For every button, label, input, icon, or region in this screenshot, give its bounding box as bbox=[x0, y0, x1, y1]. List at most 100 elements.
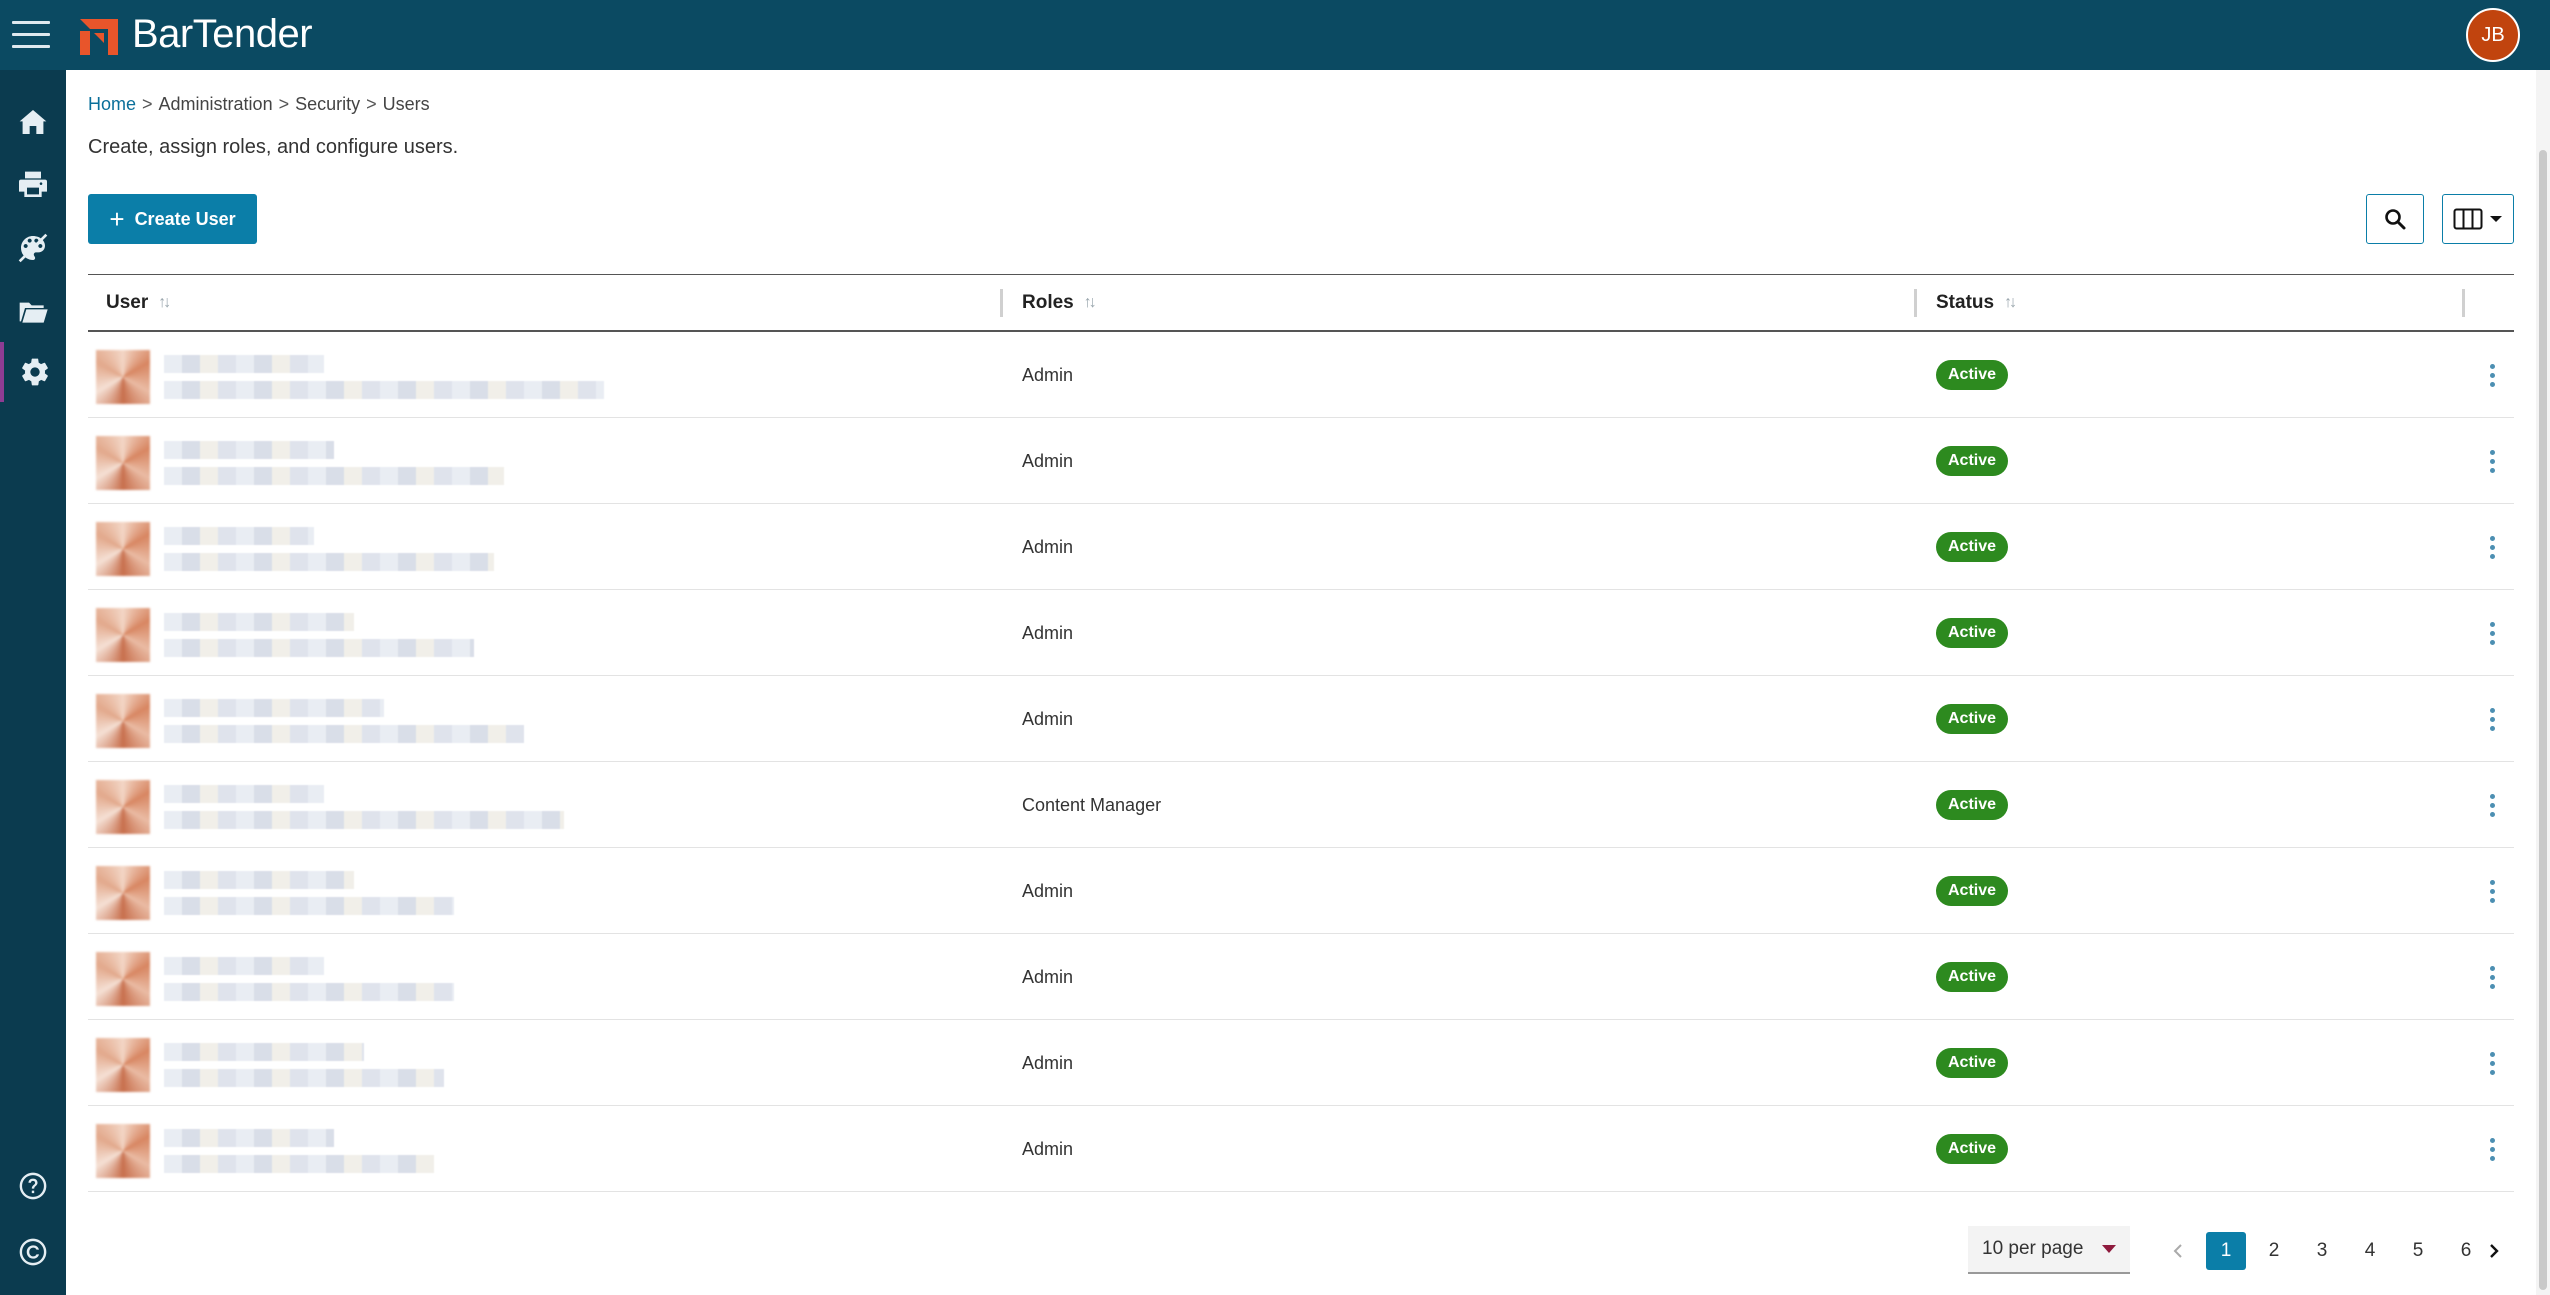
page-button-4[interactable]: 4 bbox=[2350, 1232, 2390, 1270]
breadcrumb-administration[interactable]: Administration bbox=[159, 94, 273, 114]
search-button[interactable] bbox=[2366, 194, 2424, 244]
table-body: Admin Active Admin Active Admin Active Admin Ac… bbox=[88, 332, 2514, 1192]
role-cell: Admin bbox=[1022, 966, 1074, 987]
columns-button[interactable] bbox=[2442, 194, 2514, 244]
table-row[interactable]: Admin Active bbox=[88, 934, 2514, 1020]
gear-icon bbox=[22, 358, 48, 386]
redacted-user-email bbox=[164, 811, 564, 829]
sort-icon[interactable]: ↑↓ bbox=[158, 294, 171, 312]
sort-icon[interactable]: ↑↓ bbox=[2004, 294, 2017, 312]
redacted-user-name bbox=[164, 355, 324, 373]
redacted-user-name bbox=[164, 613, 354, 631]
next-page-button[interactable] bbox=[2474, 1232, 2514, 1270]
table-row[interactable]: Admin Active bbox=[88, 332, 2514, 418]
role-cell: Admin bbox=[1022, 880, 1074, 901]
page-button-1[interactable]: 1 bbox=[2206, 1232, 2246, 1270]
redacted-user-details bbox=[164, 441, 504, 485]
row-actions-icon[interactable] bbox=[2480, 1044, 2504, 1082]
table-row[interactable]: Admin Active bbox=[88, 676, 2514, 762]
user-avatar-image bbox=[96, 1038, 150, 1092]
nav-about[interactable] bbox=[0, 1222, 66, 1282]
redacted-user-email bbox=[164, 725, 524, 743]
column-resize-handle[interactable] bbox=[1000, 289, 1003, 317]
side-nav bbox=[0, 70, 66, 1295]
user-initials: JB bbox=[2481, 23, 2505, 46]
row-actions-icon[interactable] bbox=[2480, 700, 2504, 738]
row-actions-icon[interactable] bbox=[2480, 614, 2504, 652]
table-row[interactable]: Admin Active bbox=[88, 590, 2514, 676]
nav-administration[interactable] bbox=[0, 342, 66, 402]
sort-icon[interactable]: ↑↓ bbox=[1084, 294, 1097, 312]
table-row[interactable]: Admin Active bbox=[88, 1106, 2514, 1192]
create-user-button[interactable]: + Create User bbox=[88, 194, 257, 244]
role-cell: Admin bbox=[1022, 450, 1074, 471]
users-table: User ↑↓ Roles ↑↓ Status ↑↓ Admin Active Admin… bbox=[88, 274, 2514, 1192]
column-resize-handle[interactable] bbox=[1914, 289, 1917, 317]
app-logo[interactable]: BarTender bbox=[78, 12, 313, 57]
status-badge: Active bbox=[1936, 618, 2009, 648]
row-actions-icon[interactable] bbox=[2480, 872, 2504, 910]
nav-printers[interactable] bbox=[0, 155, 66, 215]
main-content: Home > Administration > Security > Users Creat… bbox=[88, 70, 2516, 1295]
search-icon bbox=[2385, 209, 2406, 230]
row-actions-icon[interactable] bbox=[2480, 356, 2504, 394]
column-header-user[interactable]: User ↑↓ bbox=[106, 275, 171, 331]
breadcrumb-separator: > bbox=[366, 94, 377, 114]
status-badge: Active bbox=[1936, 532, 2009, 562]
redacted-user-name bbox=[164, 1129, 334, 1147]
copyright-icon bbox=[19, 1238, 47, 1266]
status-badge: Active bbox=[1936, 1134, 2009, 1164]
table-row[interactable]: Content Manager Active bbox=[88, 762, 2514, 848]
redacted-user-details bbox=[164, 871, 454, 915]
page-button-5[interactable]: 5 bbox=[2398, 1232, 2438, 1270]
column-header-status[interactable]: Status ↑↓ bbox=[1936, 275, 2017, 331]
user-avatar-image bbox=[96, 522, 150, 576]
redacted-user-cell bbox=[96, 1118, 636, 1184]
breadcrumb-security[interactable]: Security bbox=[295, 94, 360, 114]
redacted-user-email bbox=[164, 467, 504, 485]
bartender-logo-icon bbox=[80, 18, 118, 55]
column-header-user-label: User bbox=[106, 292, 149, 313]
page-button-3[interactable]: 3 bbox=[2302, 1232, 2342, 1270]
redacted-user-name bbox=[164, 1043, 364, 1061]
pagination: 10 per page 123456 bbox=[88, 1220, 2514, 1280]
redacted-user-details bbox=[164, 699, 524, 743]
chevron-down-icon bbox=[2490, 216, 2502, 222]
row-actions-icon[interactable] bbox=[2480, 442, 2504, 480]
column-resize-handle[interactable] bbox=[2462, 289, 2465, 317]
table-row[interactable]: Admin Active bbox=[88, 504, 2514, 590]
breadcrumb-separator: > bbox=[142, 94, 153, 114]
redacted-user-cell bbox=[96, 774, 636, 840]
user-avatar-image bbox=[96, 952, 150, 1006]
help-icon bbox=[19, 1172, 47, 1200]
table-row[interactable]: Admin Active bbox=[88, 1020, 2514, 1106]
column-header-roles[interactable]: Roles ↑↓ bbox=[1022, 275, 1097, 331]
redacted-user-details bbox=[164, 527, 494, 571]
user-avatar-image bbox=[96, 350, 150, 404]
breadcrumb-home[interactable]: Home bbox=[88, 94, 136, 114]
user-avatar[interactable]: JB bbox=[2466, 8, 2520, 62]
row-actions-icon[interactable] bbox=[2480, 786, 2504, 824]
redacted-user-details bbox=[164, 613, 474, 657]
table-row[interactable]: Admin Active bbox=[88, 418, 2514, 504]
menu-icon[interactable] bbox=[12, 14, 52, 54]
scrollbar-thumb[interactable] bbox=[2539, 150, 2547, 1290]
role-cell: Admin bbox=[1022, 708, 1074, 729]
redacted-user-details bbox=[164, 785, 564, 829]
user-avatar-image bbox=[96, 1124, 150, 1178]
create-user-label: Create User bbox=[134, 208, 236, 229]
nav-designer[interactable] bbox=[0, 218, 66, 278]
table-row[interactable]: Admin Active bbox=[88, 848, 2514, 934]
page-button-2[interactable]: 2 bbox=[2254, 1232, 2294, 1270]
per-page-select[interactable]: 10 per page bbox=[1968, 1226, 2130, 1274]
redacted-user-cell bbox=[96, 602, 636, 668]
row-actions-icon[interactable] bbox=[2480, 1130, 2504, 1168]
redacted-user-email bbox=[164, 983, 454, 1001]
row-actions-icon[interactable] bbox=[2480, 958, 2504, 996]
nav-folders[interactable] bbox=[0, 282, 66, 342]
nav-help[interactable] bbox=[0, 1156, 66, 1216]
nav-home[interactable] bbox=[0, 92, 66, 152]
row-actions-icon[interactable] bbox=[2480, 528, 2504, 566]
previous-page-button[interactable] bbox=[2158, 1232, 2198, 1270]
user-avatar-image bbox=[96, 436, 150, 490]
